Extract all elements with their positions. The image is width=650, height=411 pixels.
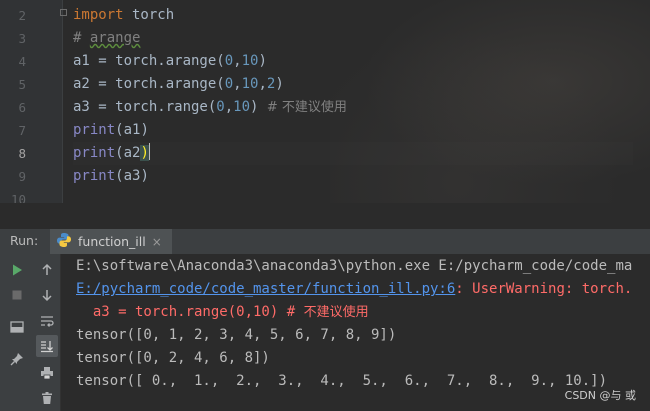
warning-code: a3 = torch.range(0,10) # [76, 304, 304, 320]
code-text: ( [115, 145, 124, 161]
matched-paren: ) [140, 145, 149, 161]
code-line-4[interactable]: a1 = torch.arange(0,10) [73, 50, 267, 73]
console-line: tensor([0, 2, 4, 6, 8]) [76, 350, 270, 366]
code-text: a2 = torch.arange( [73, 76, 225, 92]
keyword: import [73, 7, 124, 23]
console-line-warning: E:/pycharm_code/code_master/function_ill… [76, 278, 632, 301]
number-literal: 0 [216, 99, 225, 115]
number-literal: 10 [241, 76, 259, 92]
pycharm-window: 2 3 4 5 6 7 8 9 10 import torch # arange… [0, 0, 650, 411]
code-text: a1 = torch.arange( [73, 53, 225, 69]
code-text: (a3) [115, 168, 149, 184]
editor-splitter[interactable] [0, 203, 650, 229]
file-link[interactable]: E:/pycharm_code/code_master/function_ill… [76, 281, 455, 297]
print-icon[interactable] [36, 362, 58, 384]
code-line-5[interactable]: a2 = torch.arange(0,10,2) [73, 73, 284, 96]
builtin-function: print [73, 168, 116, 184]
code-text: a3 = torch.range( [73, 99, 217, 115]
run-tab-label: function_ill [78, 234, 146, 249]
code-text: ) [250, 99, 267, 115]
line-number: 10 [10, 192, 26, 203]
layout-icon[interactable] [6, 316, 28, 338]
code-line-3[interactable]: # arange [73, 27, 140, 50]
line-number-gutter: 2 3 4 5 6 7 8 9 10 [0, 0, 67, 203]
code-line-8-current[interactable]: print(a2) [73, 142, 633, 165]
line-number: 4 [18, 54, 26, 69]
code-text: (a1) [115, 122, 149, 138]
code-text: , [224, 99, 234, 115]
code-text: , [233, 76, 242, 92]
line-number: 9 [18, 169, 26, 184]
number-literal: 0 [224, 53, 234, 69]
line-number-active: 8 [18, 146, 26, 161]
run-toolbar-left [0, 254, 34, 411]
comment: # 不建议使用 [266, 100, 347, 115]
code-editor[interactable]: 2 3 4 5 6 7 8 9 10 import torch # arange… [0, 0, 650, 203]
soft-wrap-icon[interactable] [36, 310, 58, 332]
fold-marker-icon[interactable] [60, 9, 67, 16]
run-toolbar-right [34, 254, 61, 411]
console-line-warning-source: a3 = torch.range(0,10) # 不建议使用 [76, 301, 369, 324]
scroll-to-end-icon[interactable] [36, 335, 58, 357]
comment: # [73, 30, 90, 46]
watermark: CSDN @与 或 [564, 389, 636, 402]
rerun-icon[interactable] [6, 259, 28, 281]
code-line-7[interactable]: print(a1) [73, 119, 149, 142]
number-literal: 0 [224, 76, 234, 92]
warning-comment: 不建议使用 [303, 305, 369, 320]
console-line: E:\software\Anaconda3\anaconda3\python.e… [76, 258, 633, 274]
close-icon[interactable]: × [152, 235, 162, 249]
arrow-up-icon[interactable] [36, 259, 58, 281]
run-label: Run: [10, 233, 39, 248]
text-caret [148, 143, 150, 160]
line-number: 5 [18, 77, 26, 92]
code-line-2[interactable]: import torch [73, 4, 174, 27]
line-number: 3 [18, 31, 26, 46]
console-line: tensor([ 0., 1., 2., 3., 4., 5., 6., 7.,… [76, 373, 608, 389]
stop-icon[interactable] [6, 284, 28, 306]
builtin-function: print [73, 122, 116, 138]
number-literal: 10 [233, 99, 251, 115]
code-text: torch [123, 7, 175, 23]
line-number: 2 [18, 8, 26, 23]
pin-icon[interactable] [6, 348, 28, 370]
code-text: ) [275, 76, 284, 92]
code-line-6[interactable]: a3 = torch.range(0,10) # 不建议使用 [73, 96, 347, 119]
line-number: 6 [18, 100, 26, 115]
arrow-down-icon[interactable] [36, 284, 58, 306]
line-number: 7 [18, 123, 26, 138]
builtin-function: print [73, 145, 116, 161]
run-tab-function-ill[interactable]: function_ill × [50, 229, 172, 254]
warning-text: : UserWarning: torch. [455, 281, 633, 297]
code-line-9[interactable]: print(a3) [73, 165, 149, 188]
code-text: , [233, 53, 242, 69]
code-text: ) [258, 53, 267, 69]
code-text: , [258, 76, 267, 92]
number-literal: 10 [241, 53, 259, 69]
comment-typo: arange [89, 30, 141, 46]
code-text: a2 [123, 145, 141, 161]
trash-icon[interactable] [36, 387, 58, 409]
run-tool-window-header: Run: function_ill × [0, 229, 650, 255]
python-icon [56, 232, 72, 252]
console-output[interactable]: E:\software\Anaconda3\anaconda3\python.e… [61, 254, 650, 411]
console-line: tensor([0, 1, 2, 3, 4, 5, 6, 7, 8, 9]) [76, 327, 397, 343]
